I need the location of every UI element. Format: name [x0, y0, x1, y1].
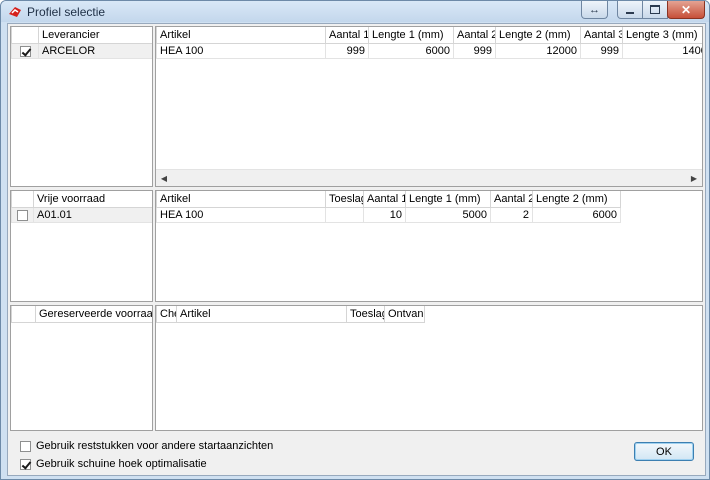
supplier-list[interactable]: Leverancier ARCELOR: [10, 26, 153, 187]
window-title: Profiel selectie: [27, 5, 106, 19]
arrows-horizontal-icon: ↔: [589, 3, 600, 16]
free-stock-checkbox[interactable]: [17, 209, 28, 221]
reserved-stock-corner: [11, 306, 36, 323]
column-header[interactable]: Lengte 2 (mm): [532, 191, 621, 208]
reserved-stock-list[interactable]: Gereserveerde voorraad: [10, 305, 153, 431]
column-header[interactable]: Artikel: [156, 191, 326, 208]
column-header[interactable]: Lengte 1 (mm): [405, 191, 491, 208]
column-header[interactable]: Aantal 2: [490, 191, 533, 208]
app-icon: [9, 7, 21, 17]
table-cell[interactable]: 999: [580, 43, 623, 59]
use-bevel-checkbox[interactable]: [20, 458, 31, 470]
use-remnants-checkbox[interactable]: [20, 440, 31, 452]
resize-button[interactable]: ↔: [581, 1, 608, 19]
minimize-icon: [626, 11, 634, 14]
column-header[interactable]: Aantal 1: [325, 27, 369, 44]
use-remnants-label: Gebruik reststukken voor andere startaan…: [36, 440, 274, 452]
column-header[interactable]: Aantal 3: [580, 27, 623, 44]
table-cell[interactable]: 2: [490, 207, 533, 223]
table-cell[interactable]: [325, 207, 364, 223]
ok-button[interactable]: OK: [634, 442, 694, 461]
free-stock-corner: [11, 191, 34, 208]
table-row[interactable]: HEA 100 10 5000 2 6000: [156, 207, 621, 223]
table-cell[interactable]: HEA 100: [156, 43, 326, 59]
table-cell[interactable]: 6000: [368, 43, 454, 59]
use-remnants-option[interactable]: Gebruik reststukken voor andere startaan…: [20, 440, 273, 452]
supplier-checkbox[interactable]: [19, 45, 31, 57]
free-stock-header[interactable]: Vrije voorraad: [33, 191, 152, 208]
profile-selection-window: Profiel selectie ↔ ✕ Leverancier ARCELOR: [0, 0, 710, 480]
table-cell[interactable]: 999: [453, 43, 496, 59]
free-stock-name: A01.01: [33, 207, 152, 223]
horizontal-scrollbar[interactable]: ◀ ▶: [156, 169, 702, 186]
reserved-stock-header[interactable]: Gereserveerde voorraad: [35, 306, 152, 323]
close-button[interactable]: ✕: [667, 1, 705, 19]
maximize-button[interactable]: [642, 1, 668, 19]
column-header[interactable]: Toeslag: [346, 306, 385, 323]
table-cell[interactable]: HEA 100: [156, 207, 326, 223]
supplier-row[interactable]: ARCELOR: [11, 43, 152, 59]
close-icon: ✕: [680, 2, 692, 17]
column-header[interactable]: Lengte 3 (mm): [622, 27, 702, 44]
title-bar: Profiel selectie ↔ ✕: [1, 1, 709, 22]
column-header[interactable]: Aantal 1: [363, 191, 406, 208]
table-cell[interactable]: 5000: [405, 207, 491, 223]
table-cell[interactable]: 10: [363, 207, 406, 223]
use-bevel-label: Gebruik schuine hoek optimalisatie: [36, 458, 207, 470]
table-row[interactable]: HEA 100 999 6000 999 12000 999 14000: [156, 43, 702, 59]
table-cell[interactable]: 14000: [622, 43, 702, 59]
table-cell[interactable]: 999: [325, 43, 369, 59]
free-stock-list[interactable]: Vrije voorraad A01.01: [10, 190, 153, 302]
table-cell[interactable]: 6000: [532, 207, 621, 223]
column-header[interactable]: Artikel: [156, 27, 326, 44]
column-header[interactable]: Che: [156, 306, 177, 323]
column-header[interactable]: Artikel: [176, 306, 347, 323]
column-header[interactable]: Toeslag: [325, 191, 364, 208]
maximize-icon: [650, 5, 660, 14]
scroll-left-icon[interactable]: ◀: [156, 170, 172, 186]
scroll-right-icon[interactable]: ▶: [686, 170, 702, 186]
supplier-header[interactable]: Leverancier: [38, 27, 152, 44]
supplier-articles-grid[interactable]: Artikel Aantal 1 Lengte 1 (mm) Aantal 2 …: [155, 26, 703, 187]
table-cell[interactable]: 12000: [495, 43, 581, 59]
column-header[interactable]: Lengte 2 (mm): [495, 27, 581, 44]
column-header[interactable]: Aantal 2: [453, 27, 496, 44]
supplier-list-corner: [11, 27, 39, 44]
free-stock-articles-grid[interactable]: Artikel Toeslag Aantal 1 Lengte 1 (mm) A…: [155, 190, 703, 302]
supplier-name: ARCELOR: [38, 43, 152, 59]
minimize-button[interactable]: [617, 1, 643, 19]
free-stock-row[interactable]: A01.01: [11, 207, 152, 223]
dialog-client-area: Leverancier ARCELOR Artikel Aantal 1 Len…: [7, 23, 706, 476]
column-header[interactable]: Ontvang: [384, 306, 425, 323]
reserved-articles-grid[interactable]: Che Artikel Toeslag Ontvang: [155, 305, 703, 431]
use-bevel-option[interactable]: Gebruik schuine hoek optimalisatie: [20, 458, 207, 470]
column-header[interactable]: Lengte 1 (mm): [368, 27, 454, 44]
